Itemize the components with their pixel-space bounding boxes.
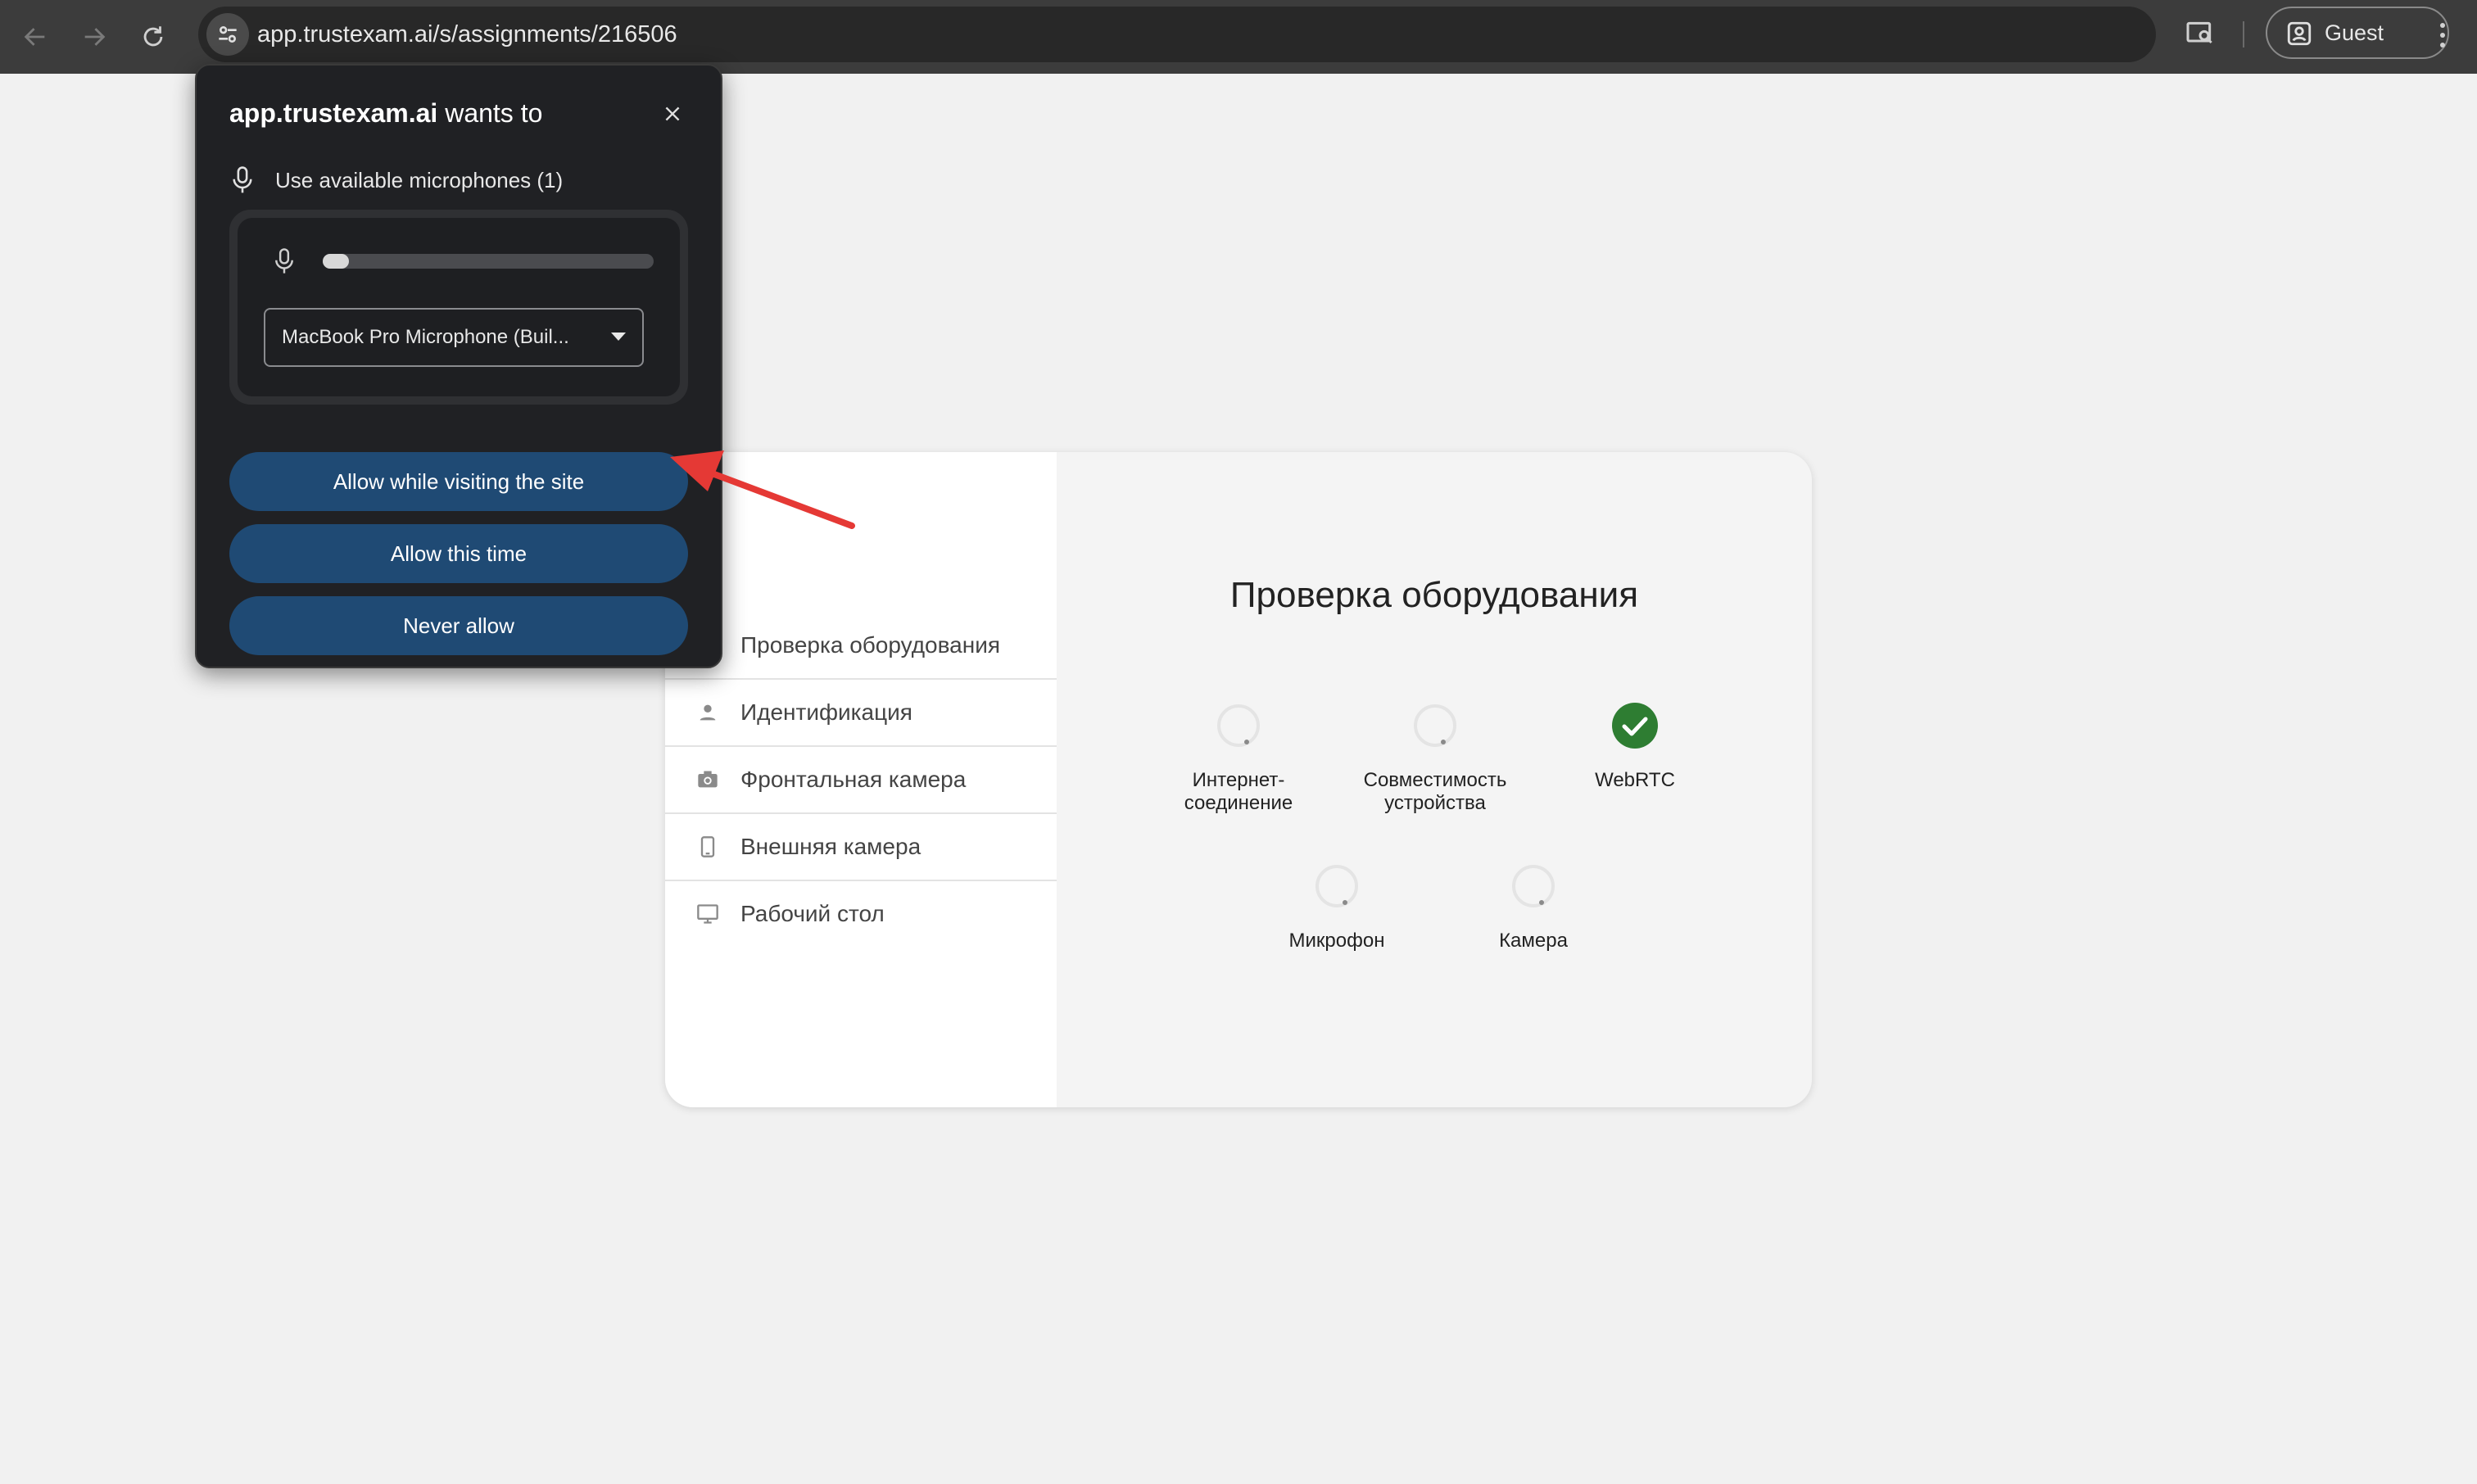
url-text[interactable]: app.trustexam.ai/s/assignments/216506 xyxy=(257,7,677,62)
check-label: Камера xyxy=(1499,930,1568,952)
loading-spinner-icon xyxy=(1512,865,1555,907)
check-camera: Камера xyxy=(1435,862,1632,952)
loading-spinner-icon xyxy=(1217,704,1260,747)
toolbar-divider xyxy=(2243,21,2244,48)
back-button[interactable] xyxy=(15,16,56,57)
sidebar-item-front-camera[interactable]: Фронтальная камера xyxy=(665,745,1057,811)
browser-toolbar: app.trustexam.ai/s/assignments/216506 Gu… xyxy=(0,0,2477,74)
microphone-device-select[interactable]: MacBook Pro Microphone (Buil... xyxy=(264,308,644,367)
microphone-preview-inner: MacBook Pro Microphone (Buil... xyxy=(238,218,680,396)
check-label: Интернет- соединение xyxy=(1184,769,1293,814)
close-button[interactable] xyxy=(655,97,690,131)
reload-icon xyxy=(143,26,163,47)
arrow-right-icon xyxy=(84,28,106,46)
phone-icon xyxy=(700,836,715,857)
check-label: Микрофон xyxy=(1288,930,1385,952)
equipment-check-card: Проверка оборудования Идентификация Фрон… xyxy=(665,452,1812,1107)
select-value: MacBook Pro Microphone (Buil... xyxy=(282,326,569,348)
check-circle-icon xyxy=(1612,703,1658,749)
sidebar-item-label: Рабочий стол xyxy=(740,901,885,926)
forward-button[interactable] xyxy=(74,16,115,57)
microphone-icon xyxy=(233,166,252,193)
check-label: WebRTC xyxy=(1595,769,1675,791)
check-webrtc: WebRTC xyxy=(1537,701,1733,792)
page-title: Проверка оборудования xyxy=(1229,575,1639,615)
mic-level-meter xyxy=(323,254,654,269)
profile-icon xyxy=(2287,21,2312,46)
sidebar-item-desktop[interactable]: Рабочий стол xyxy=(665,880,1057,945)
permission-text: Use available microphones (1) xyxy=(275,168,564,192)
reload-button[interactable] xyxy=(133,16,174,57)
sidebar-item-equipment-check[interactable]: Проверка оборудования xyxy=(665,613,1057,678)
check-label: Совместимость устройства xyxy=(1363,769,1507,814)
never-allow-button[interactable]: Never allow xyxy=(229,596,688,655)
more-vertical-icon xyxy=(2440,23,2445,48)
tune-icon xyxy=(219,26,237,43)
popup-site: app.trustexam.ai xyxy=(229,98,438,128)
caret-down-icon xyxy=(611,333,626,341)
profile-button[interactable]: Guest xyxy=(2266,7,2449,59)
check-compatibility: Совместимость устройства xyxy=(1337,701,1533,815)
mic-level-fill xyxy=(323,254,350,269)
menu-button[interactable] xyxy=(2425,15,2461,56)
check-internet: Интернет- соединение xyxy=(1140,701,1337,815)
allow-this-time-button[interactable]: Allow this time xyxy=(229,524,688,583)
allow-while-visiting-button[interactable]: Allow while visiting the site xyxy=(229,452,688,511)
sidebar-item-label: Идентификация xyxy=(740,699,912,725)
close-icon xyxy=(665,106,680,121)
sidebar-item-label: Внешняя камера xyxy=(740,834,922,859)
profile-label: Guest xyxy=(2325,20,2384,45)
address-bar[interactable]: app.trustexam.ai/s/assignments/216506 xyxy=(198,7,2156,62)
microphone-preview-box: MacBook Pro Microphone (Buil... xyxy=(229,210,688,405)
loading-spinner-icon xyxy=(1414,704,1456,747)
popup-title: app.trustexam.ai wants to xyxy=(229,98,542,129)
page-search-button[interactable] xyxy=(2182,15,2218,51)
microphone-permission-popup: app.trustexam.ai wants to Use available … xyxy=(195,64,722,668)
arrow-left-icon xyxy=(24,28,45,46)
check-microphone: Микрофон xyxy=(1238,862,1435,952)
sidebar-item-identification[interactable]: Идентификация xyxy=(665,678,1057,744)
sidebar-item-external-camera[interactable]: Внешняя камера xyxy=(665,812,1057,878)
person-icon xyxy=(700,704,716,721)
microphone-icon xyxy=(275,248,293,274)
loading-spinner-icon xyxy=(1315,865,1358,907)
steps-sidebar: Проверка оборудования Идентификация Фрон… xyxy=(665,452,1057,1107)
monitor-icon xyxy=(697,904,718,924)
sidebar-item-label: Проверка оборудования xyxy=(740,632,1001,658)
sidebar-item-label: Фронтальная камера xyxy=(740,767,967,792)
camera-icon xyxy=(698,771,718,788)
popup-title-suffix: wants to xyxy=(437,98,543,128)
search-page-icon xyxy=(2186,21,2212,44)
site-info-button[interactable] xyxy=(206,13,249,56)
